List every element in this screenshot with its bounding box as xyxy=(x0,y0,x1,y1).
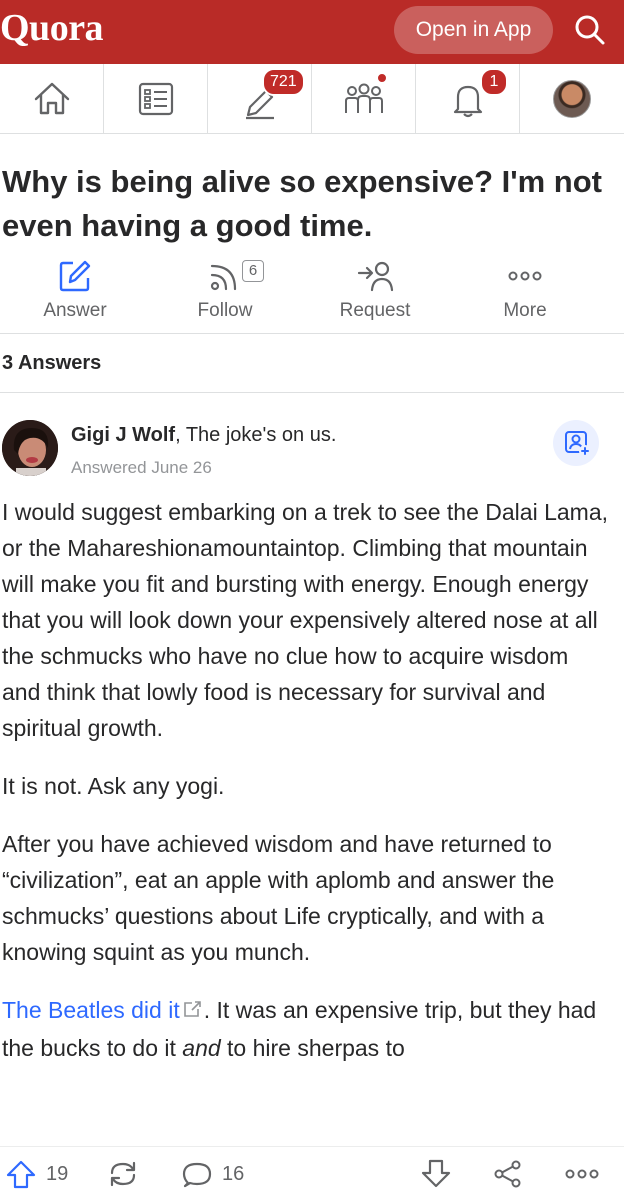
follow-user-icon xyxy=(565,431,591,457)
follow-button[interactable]: 6 Follow xyxy=(150,258,300,333)
downvote-icon xyxy=(421,1159,451,1188)
share-button[interactable] xyxy=(492,1159,524,1189)
answer-label: Answer xyxy=(43,300,107,321)
answer-count-badge: 721 xyxy=(262,68,305,96)
question-actions: Answer 6 Follow Request More xyxy=(0,258,624,334)
nav-following[interactable] xyxy=(104,64,208,134)
nav-spaces[interactable] xyxy=(312,64,416,134)
answer-action-bar: 19 16 xyxy=(0,1146,624,1200)
share-icon xyxy=(494,1160,521,1188)
comment-count: 16 xyxy=(222,1162,245,1185)
answer-text: to hire sherpas to xyxy=(220,1034,405,1061)
main-nav: 721 1 xyxy=(0,64,624,134)
list-icon xyxy=(138,82,173,116)
answer-button[interactable]: Answer xyxy=(0,258,150,333)
answer-paragraph: It is not. Ask any yogi. xyxy=(2,773,225,799)
spaces-icon xyxy=(344,83,383,113)
author-avatar[interactable] xyxy=(2,420,58,476)
answered-date[interactable]: Answered June 26 xyxy=(71,458,212,478)
follow-count-badge: 6 xyxy=(242,260,264,282)
notifications-badge: 1 xyxy=(480,68,508,96)
more-icon xyxy=(565,1169,599,1179)
nav-home[interactable] xyxy=(0,64,104,134)
downvote-button[interactable] xyxy=(419,1159,453,1189)
open-in-app-button[interactable]: Open in App xyxy=(394,6,553,54)
answer-body: I would suggest embarking on a trek to s… xyxy=(2,494,612,1088)
author-line: Gigi J Wolf, The joke's on us. xyxy=(71,424,336,447)
comment-icon xyxy=(182,1162,212,1188)
top-header: Quora Open in App xyxy=(0,0,624,64)
nav-answer[interactable]: 721 xyxy=(208,64,312,134)
author-name[interactable]: Gigi J Wolf xyxy=(71,424,175,446)
repost-icon xyxy=(110,1161,136,1187)
upvote-icon xyxy=(6,1160,36,1189)
follow-icon xyxy=(210,264,237,291)
author-credential: , The joke's on us. xyxy=(175,424,337,446)
follow-author-button[interactable] xyxy=(553,420,599,466)
comment-button[interactable]: 16 xyxy=(180,1159,244,1189)
answers-count: 3 Answers xyxy=(2,352,102,374)
home-icon xyxy=(34,82,69,115)
answer-paragraph: The Beatles did it. It was an expensive … xyxy=(2,992,612,1066)
beatles-link[interactable]: The Beatles did it xyxy=(2,997,180,1023)
answer-paragraph: After you have achieved wisdom and have … xyxy=(2,831,555,965)
upvote-count: 19 xyxy=(46,1162,69,1185)
request-label: Request xyxy=(339,300,411,321)
follow-label: Follow xyxy=(197,300,253,321)
share-repost-button[interactable] xyxy=(106,1159,140,1189)
more-button[interactable]: More xyxy=(450,258,600,333)
question-title[interactable]: Why is being alive so expensive? I'm not… xyxy=(2,160,612,248)
spaces-new-dot xyxy=(376,72,388,84)
answer-more-button[interactable] xyxy=(562,1159,602,1189)
answer-paragraph: I would suggest embarking on a trek to s… xyxy=(2,499,609,741)
request-icon xyxy=(357,261,394,292)
nav-notifications[interactable]: 1 xyxy=(416,64,520,134)
external-link-icon xyxy=(180,994,204,1030)
quora-logo[interactable]: Quora xyxy=(0,6,104,50)
search-icon[interactable] xyxy=(570,10,610,50)
answer-italic: and xyxy=(182,1034,221,1061)
divider xyxy=(0,392,624,393)
user-avatar xyxy=(553,80,591,118)
nav-profile[interactable] xyxy=(520,64,624,134)
more-label: More xyxy=(503,300,547,321)
request-button[interactable]: Request xyxy=(300,258,450,333)
more-icon xyxy=(508,271,542,281)
pencil-square-icon xyxy=(59,260,91,292)
upvote-button[interactable]: 19 xyxy=(4,1159,68,1189)
